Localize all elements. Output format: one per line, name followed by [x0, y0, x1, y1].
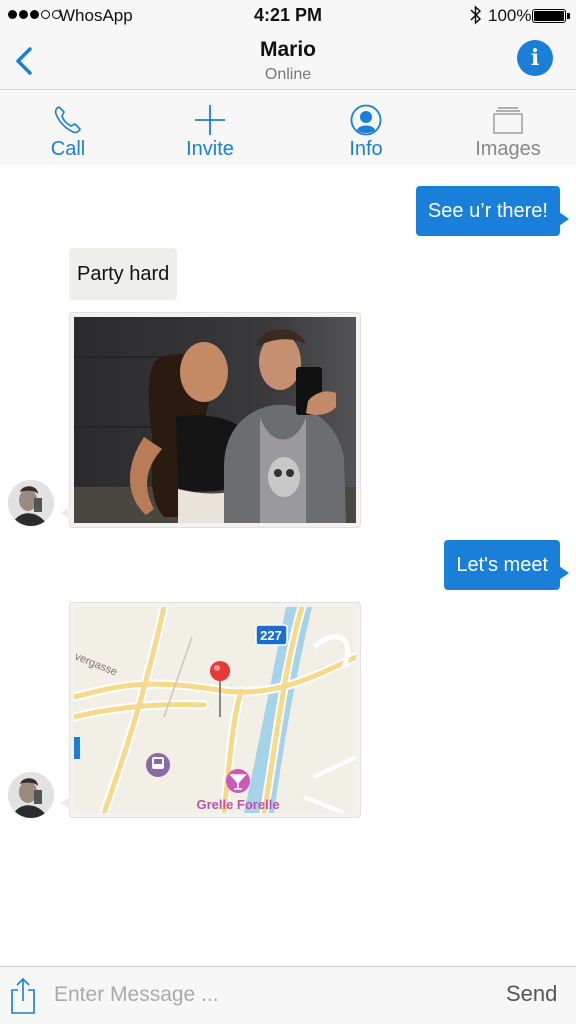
contact-name: Mario [259, 38, 316, 61]
battery-percentage: 100% [488, 6, 532, 25]
invite-label: Invite [186, 138, 234, 160]
map-route-shield: 227 [260, 628, 282, 643]
location-map: vergasse 227 Grelle Forelle [74, 607, 356, 813]
photo-message[interactable] [60, 312, 361, 528]
status-bar: WhosApp 4:21 PM 100% [0, 0, 576, 32]
send-button[interactable]: Send [506, 981, 557, 1007]
phone-icon [54, 106, 81, 134]
battery-icon [532, 9, 566, 23]
outgoing-message[interactable]: Let's meet [444, 540, 569, 590]
party-photo [74, 317, 356, 523]
share-icon [11, 977, 35, 1014]
message-composer: Send [0, 966, 576, 1024]
images-button[interactable]: Images [458, 91, 558, 165]
action-toolbar: Call Invite Info Images [0, 91, 576, 165]
call-label: Call [50, 138, 86, 160]
outgoing-message[interactable]: See u’r there! [415, 186, 570, 236]
share-button[interactable] [8, 977, 38, 1015]
images-stack-icon [493, 107, 523, 134]
call-button[interactable]: Call [18, 91, 118, 165]
message-input[interactable] [54, 979, 474, 1011]
incoming-message[interactable]: Party hard [69, 248, 178, 300]
location-message[interactable]: vergasse 227 Grelle Forelle [60, 602, 361, 818]
sender-avatar[interactable] [8, 772, 54, 818]
plus-icon [195, 105, 225, 135]
bluetooth-icon [470, 5, 482, 30]
info-icon-button[interactable]: i [517, 40, 553, 76]
info-button[interactable]: Info [316, 91, 416, 165]
conversation-header: Mario Online i [0, 32, 576, 90]
avatar-image [8, 480, 54, 526]
sender-avatar[interactable] [8, 480, 54, 526]
contact-status: Online [264, 66, 312, 83]
avatar-image [8, 772, 54, 818]
user-circle-icon [350, 104, 382, 136]
images-label: Images [475, 138, 541, 160]
invite-button[interactable]: Invite [160, 91, 260, 165]
map-poi-label: Grelle Forelle [196, 797, 279, 812]
info-label: Info [349, 138, 383, 160]
